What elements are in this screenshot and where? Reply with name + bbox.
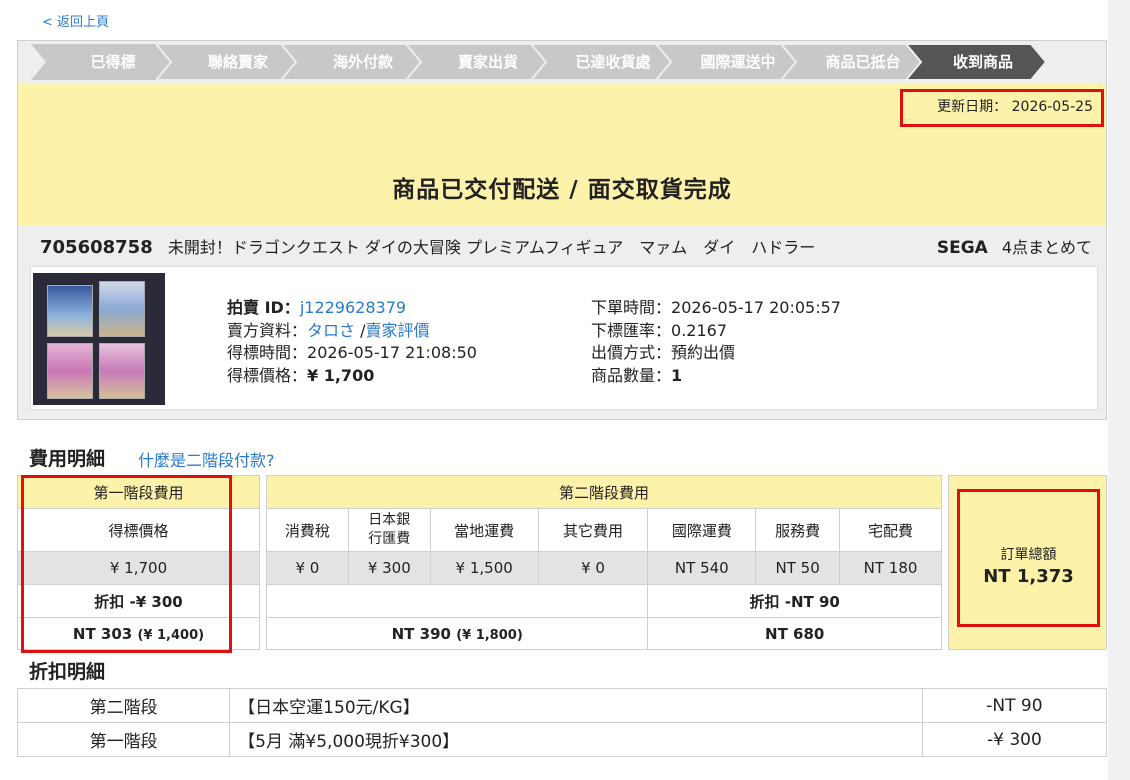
item-thumbnail[interactable]	[33, 273, 165, 405]
item-name: 未開封！ドラゴンクエスト ダイの大冒険 プレミアムフィギュア マァム ダイ ハド…	[167, 238, 816, 257]
discounts-table: 第二階段 【日本空運150元/KG】 -NT 90 第一階段 【5月 滿¥5,0…	[16, 688, 1108, 757]
status-title: 商品已交付配送 / 面交取貨完成	[392, 177, 732, 203]
item-title-row: 705608758 未開封！ドラゴンクエスト ダイの大冒険 プレミアムフィギュア…	[18, 229, 1106, 267]
seller-link[interactable]: タロさ	[307, 321, 355, 340]
status-box: 更新日期： 2026-05-25 商品已交付配送 / 面交取貨完成	[18, 84, 1106, 226]
update-date: 更新日期： 2026-05-25	[900, 89, 1104, 127]
stage1-col: 得標價格	[17, 508, 260, 552]
stage1-discount: 折扣 -¥ 300	[17, 584, 260, 618]
order-panel: 已得標 聯絡賣家 海外付款 賣家出貨 已達收貨處 國際運送中 商品已抵台 收到商…	[17, 40, 1107, 420]
val-intl-shipping: NT 540	[647, 551, 757, 585]
col-other: 其它費用	[537, 508, 649, 552]
val-service: NT 50	[755, 551, 841, 585]
val-other: ¥ 0	[537, 551, 649, 585]
stage1-header: 第一階段費用	[17, 475, 260, 509]
stage2-header: 第二階段費用	[266, 475, 942, 509]
val-local-shipping: ¥ 1,500	[429, 551, 539, 585]
stage2-subtotal-nt: NT 680	[647, 617, 942, 650]
step-received: 收到商品	[906, 44, 1046, 80]
back-link[interactable]: < 返回上頁	[42, 11, 109, 30]
col-bank-fee: 日本銀 行匯費	[347, 508, 431, 552]
val-delivery: NT 180	[839, 551, 942, 585]
auction-id-link[interactable]: j1229628379	[300, 298, 406, 317]
item-detail: 拍賣 ID：j1229628379 賣方資料：タロさ /賣家評價 得標時間：20…	[30, 266, 1098, 410]
fees-title: 費用明細	[29, 448, 106, 470]
stage2-discount-empty	[265, 584, 649, 618]
val-bank-fee: ¥ 300	[347, 551, 431, 585]
item-id: 705608758	[40, 237, 153, 258]
val-tax: ¥ 0	[266, 551, 349, 585]
order-total-panel: 訂單總額 NT 1,373	[948, 475, 1107, 650]
col-local-shipping: 當地運費	[429, 508, 539, 552]
col-tax: 消費稅	[266, 508, 349, 552]
table-row: 第一階段 【5月 滿¥5,000現折¥300】 -¥ 300	[16, 722, 1108, 757]
progress-steps: 已得標 聯絡賣家 海外付款 賣家出貨 已達收貨處 國際運送中 商品已抵台 收到商…	[18, 44, 1106, 80]
item-brand: SEGA 4点まとめて	[936, 238, 1092, 258]
col-service: 服務費	[755, 508, 841, 552]
order-total: 訂單總額 NT 1,373	[957, 489, 1100, 627]
stage2-subtotal: NT 390 (¥ 1,800)	[265, 617, 649, 650]
stage1-value: ¥ 1,700	[17, 551, 260, 585]
detail-col-left: 拍賣 ID：j1229628379 賣方資料：タロさ /賣家評價 得標時間：20…	[227, 298, 477, 385]
stage1-total: NT 303 (¥ 1,400)	[17, 617, 260, 650]
stage2-table: 第二階段費用 消費稅 日本銀 行匯費 當地運費 其它費用 國際運費 服務費 宅配費…	[265, 475, 942, 650]
two-stage-help-link[interactable]: 什麼是二階段付款?	[138, 447, 275, 471]
scrollbar[interactable]	[1108, 0, 1130, 780]
seller-rating-link[interactable]: 賣家評價	[366, 321, 430, 340]
table-row: 第二階段 【日本空運150元/KG】 -NT 90	[16, 688, 1108, 723]
col-delivery: 宅配費	[839, 508, 942, 552]
stage2-discount: 折扣 -NT 90	[647, 584, 942, 618]
detail-col-right: 下單時間：2026-05-17 20:05:57 下標匯率：0.2167 出價方…	[591, 298, 841, 385]
discounts-title: 折扣明細	[29, 661, 106, 683]
col-intl-shipping: 國際運費	[647, 508, 757, 552]
stage1-table: 第一階段費用 得標價格 ¥ 1,700 折扣 -¥ 300 NT 303 (¥ …	[17, 475, 260, 650]
